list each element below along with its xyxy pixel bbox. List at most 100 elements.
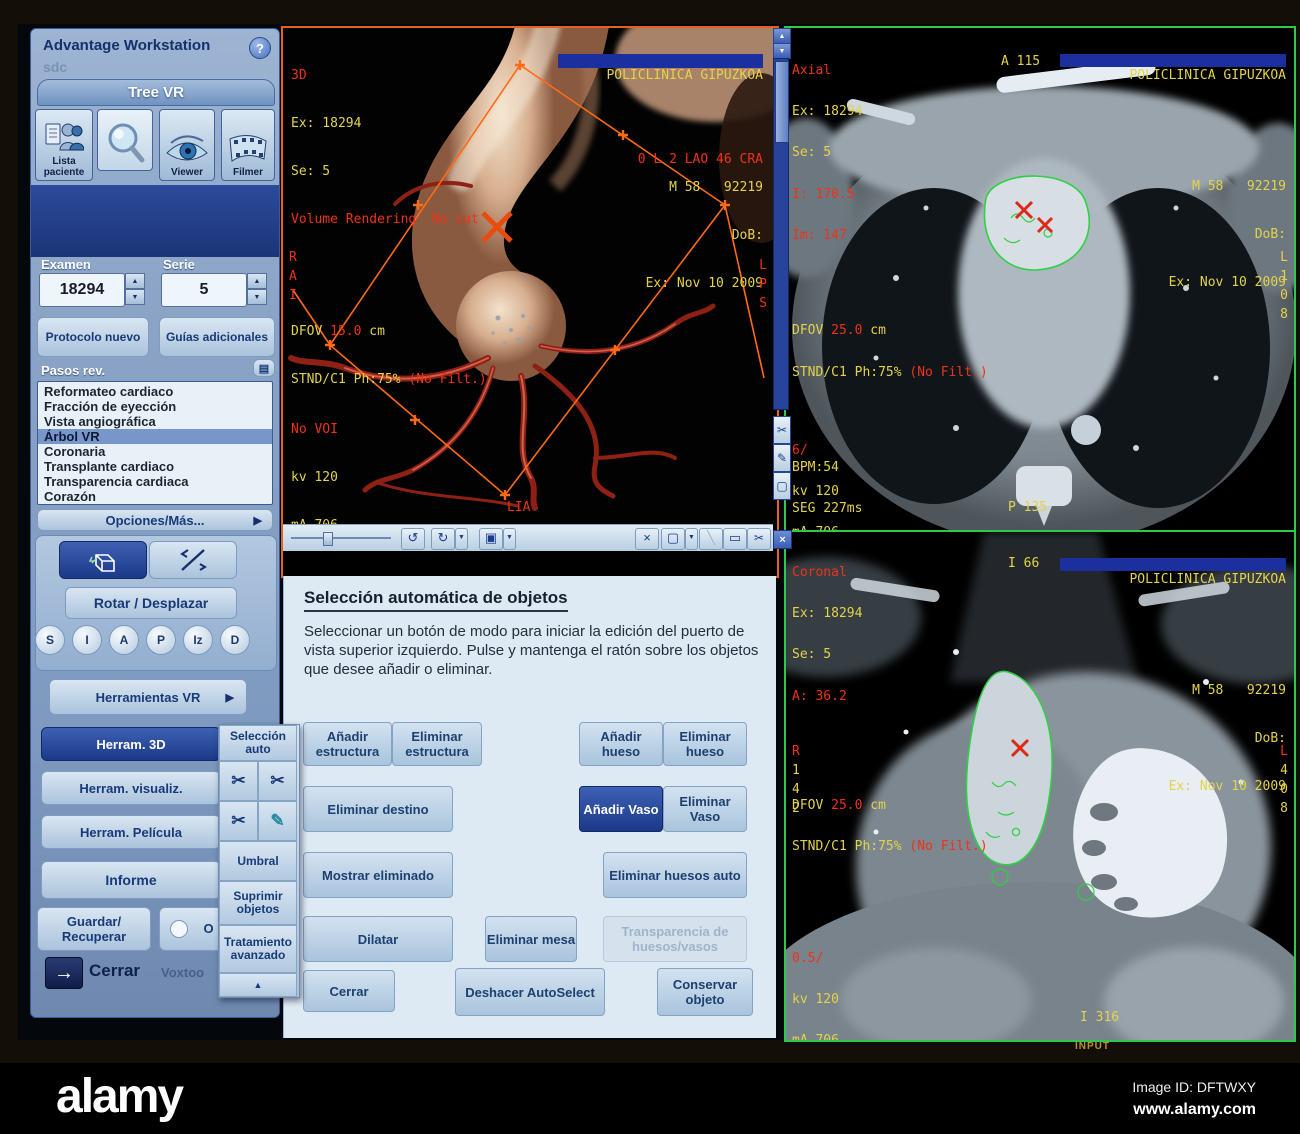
rotar-desplazar-button[interactable]: Rotar / Desplazar	[65, 587, 237, 619]
line-tool-icon[interactable]: ╲	[699, 528, 723, 550]
nav-viewer-button[interactable]: Viewer	[159, 109, 215, 181]
protocolo-nuevo-button[interactable]: Protocolo nuevo	[37, 317, 149, 357]
guias-adicionales-button[interactable]: Guías adicionales	[159, 317, 275, 357]
help-button[interactable]: ?	[249, 37, 271, 59]
copy-view-icon[interactable]: ▣	[479, 528, 503, 550]
pasos-item[interactable]: Transparencia cardiaca	[38, 474, 272, 489]
eliminar-huesos-auto-button[interactable]: Eliminar huesos auto	[603, 852, 747, 898]
crosshair-tool-icon[interactable]: ×	[635, 528, 659, 550]
eliminar-destino-button[interactable]: Eliminar destino	[303, 786, 453, 832]
serie-up-icon[interactable]: ▲	[247, 273, 267, 289]
orient-d-button[interactable]: D	[220, 625, 250, 655]
herram-3d-button[interactable]: Herram. 3D	[41, 727, 221, 761]
herramientas-vr-button[interactable]: Herramientas VR ▶	[49, 679, 247, 715]
alamy-logo: alamy	[56, 1070, 184, 1123]
vr-render-area[interactable]: 3D Ex: 18294 Se: 5 Volume Rendering No c…	[283, 28, 773, 524]
eliminar-estructura-button[interactable]: Eliminar estructura	[392, 722, 482, 766]
scroll-up-icon[interactable]: ▲	[773, 28, 791, 44]
voxtool-label: Voxtoo	[161, 965, 205, 980]
examen-down-icon[interactable]: ▼	[125, 289, 145, 305]
herram-visualiz-button[interactable]: Herram. visualiz.	[41, 771, 221, 805]
scrollbar-thumb[interactable]	[775, 61, 789, 143]
examen-up-icon[interactable]: ▲	[125, 273, 145, 289]
coronal-top-marker: I 66	[1008, 556, 1040, 571]
close-panel-icon[interactable]: ×	[773, 530, 792, 549]
mostrar-eliminado-button[interactable]: Mostrar eliminado	[303, 852, 453, 898]
pasos-item[interactable]: Reformateo cardiaco	[38, 384, 272, 399]
dilatar-button[interactable]: Dilatar	[303, 916, 453, 962]
cut-spool-icon[interactable]: ✂	[258, 761, 297, 801]
orient-s-button[interactable]: S	[35, 625, 65, 655]
pasos-item[interactable]: Fracción de eyección	[38, 399, 272, 414]
marquee-tool-icon[interactable]: ▢	[661, 528, 685, 550]
eliminar-hueso-button[interactable]: Eliminar hueso	[663, 722, 747, 766]
transparencia-huesos-vasos-button[interactable]: Transparencia de huesos/vasos	[603, 916, 747, 962]
sidebar-divider-band	[31, 185, 279, 257]
pasos-item[interactable]: Coronaria	[38, 444, 272, 459]
cut-structure-icon[interactable]: ✂	[219, 761, 258, 801]
vr-viewport[interactable]: 3D Ex: 18294 Se: 5 Volume Rendering No c…	[281, 26, 779, 578]
tab-tree-vr[interactable]: Tree VR	[37, 79, 275, 106]
rotate-mode-button[interactable]	[59, 541, 147, 579]
informe-button[interactable]: Informe	[41, 861, 221, 899]
collapse-flyout-button[interactable]: ▲	[219, 973, 297, 997]
rotate-left-icon[interactable]: ↺	[401, 528, 425, 550]
orient-a-button[interactable]: A	[109, 625, 139, 655]
umbral-button[interactable]: Umbral	[219, 841, 297, 881]
examen-stepper[interactable]: ▲ ▼	[125, 273, 145, 305]
pasos-item[interactable]: Corazón	[38, 489, 272, 504]
pasos-item[interactable]: Transplante cardiaco	[38, 459, 272, 474]
dialog-cerrar-button[interactable]: Cerrar	[303, 970, 395, 1012]
serie-input[interactable]: 5	[161, 273, 247, 307]
translate-mode-button[interactable]	[149, 541, 237, 579]
paint-brush-icon[interactable]: ✎	[258, 801, 297, 841]
folder-tool-icon[interactable]: ▭	[723, 528, 747, 550]
pasos-rev-label: Pasos rev.	[41, 363, 106, 378]
image-id-label: Image ID: DFTWXY	[1132, 1079, 1256, 1095]
orient-p-button[interactable]: P	[146, 625, 176, 655]
cut-tool-icon[interactable]: ✂	[747, 528, 771, 550]
coronal-viewport[interactable]: Coronal Ex: 18294 Se: 5 A: 36.2 DFOV 25.…	[786, 532, 1294, 1040]
opciones-mas-button[interactable]: Opciones/Más... ▶	[37, 509, 273, 531]
nav-filmer-button[interactable]: Filmer	[221, 109, 275, 181]
eliminar-mesa-button[interactable]: Eliminar mesa	[485, 916, 577, 962]
nav-search-button[interactable]	[97, 109, 153, 171]
rotate-loop-icon[interactable]: ↻	[431, 528, 455, 550]
suprimir-objetos-button[interactable]: Suprimir objetos	[219, 881, 297, 925]
pasos-list-icon[interactable]: ▤	[253, 359, 275, 377]
nav-lista-paciente-button[interactable]: Lista paciente	[35, 109, 93, 181]
zoom-slider-handle[interactable]	[323, 532, 333, 546]
pasos-item-selected[interactable]: Árbol VR	[38, 429, 272, 444]
orient-iz-button[interactable]: Iz	[183, 625, 213, 655]
anadir-hueso-button[interactable]: Añadir hueso	[579, 722, 663, 766]
guardar-recuperar-button[interactable]: Guardar/ Recuperar	[37, 907, 151, 951]
tratamiento-avanzado-button[interactable]: Tratamiento avanzado	[219, 925, 297, 973]
anadir-estructura-button[interactable]: Añadir estructura	[303, 722, 392, 766]
linked-viewports: Axial Ex: 18294 Se: 5 I: 170.5 Im: 147 D…	[784, 26, 1296, 1042]
deshacer-autoselect-button[interactable]: Deshacer AutoSelect	[455, 968, 605, 1016]
scissors-icon[interactable]: ✂	[219, 801, 258, 841]
zoom-slider-track[interactable]	[291, 537, 391, 539]
pasos-item[interactable]: Vista angiográfica	[38, 414, 272, 429]
scrollbar-track[interactable]	[773, 58, 789, 410]
orient-i-button[interactable]: I	[72, 625, 102, 655]
strip-pencil-icon[interactable]: ✎	[773, 444, 791, 472]
anadir-vaso-button[interactable]: Añadir Vaso	[579, 786, 663, 832]
serie-stepper[interactable]: ▲ ▼	[247, 273, 267, 305]
marquee-dropdown-icon[interactable]: ▼	[685, 528, 698, 550]
eliminar-vaso-button[interactable]: Eliminar Vaso	[663, 786, 747, 832]
axial-viewport[interactable]: Axial Ex: 18294 Se: 5 I: 170.5 Im: 147 D…	[786, 28, 1294, 532]
chevron-right-icon: ▶	[253, 514, 262, 527]
strip-scissors-icon[interactable]: ✂	[773, 416, 791, 444]
cerrar-button[interactable]: Cerrar	[89, 961, 140, 981]
serie-down-icon[interactable]: ▼	[247, 289, 267, 305]
scroll-down-icon[interactable]: ▼	[773, 43, 791, 59]
pasos-listbox[interactable]: Reformateo cardiaco Fracción de eyección…	[37, 381, 273, 505]
examen-input[interactable]: 18294	[39, 273, 125, 307]
patient-name-privacy-bar	[558, 54, 763, 68]
strip-marquee-icon[interactable]: ▢	[773, 472, 791, 500]
copy-view-dropdown-icon[interactable]: ▼	[503, 528, 516, 550]
rotate-loop-dropdown-icon[interactable]: ▼	[455, 528, 468, 550]
conservar-objeto-button[interactable]: Conservar objeto	[657, 968, 753, 1016]
herram-pelicula-button[interactable]: Herram. Película	[41, 815, 221, 849]
